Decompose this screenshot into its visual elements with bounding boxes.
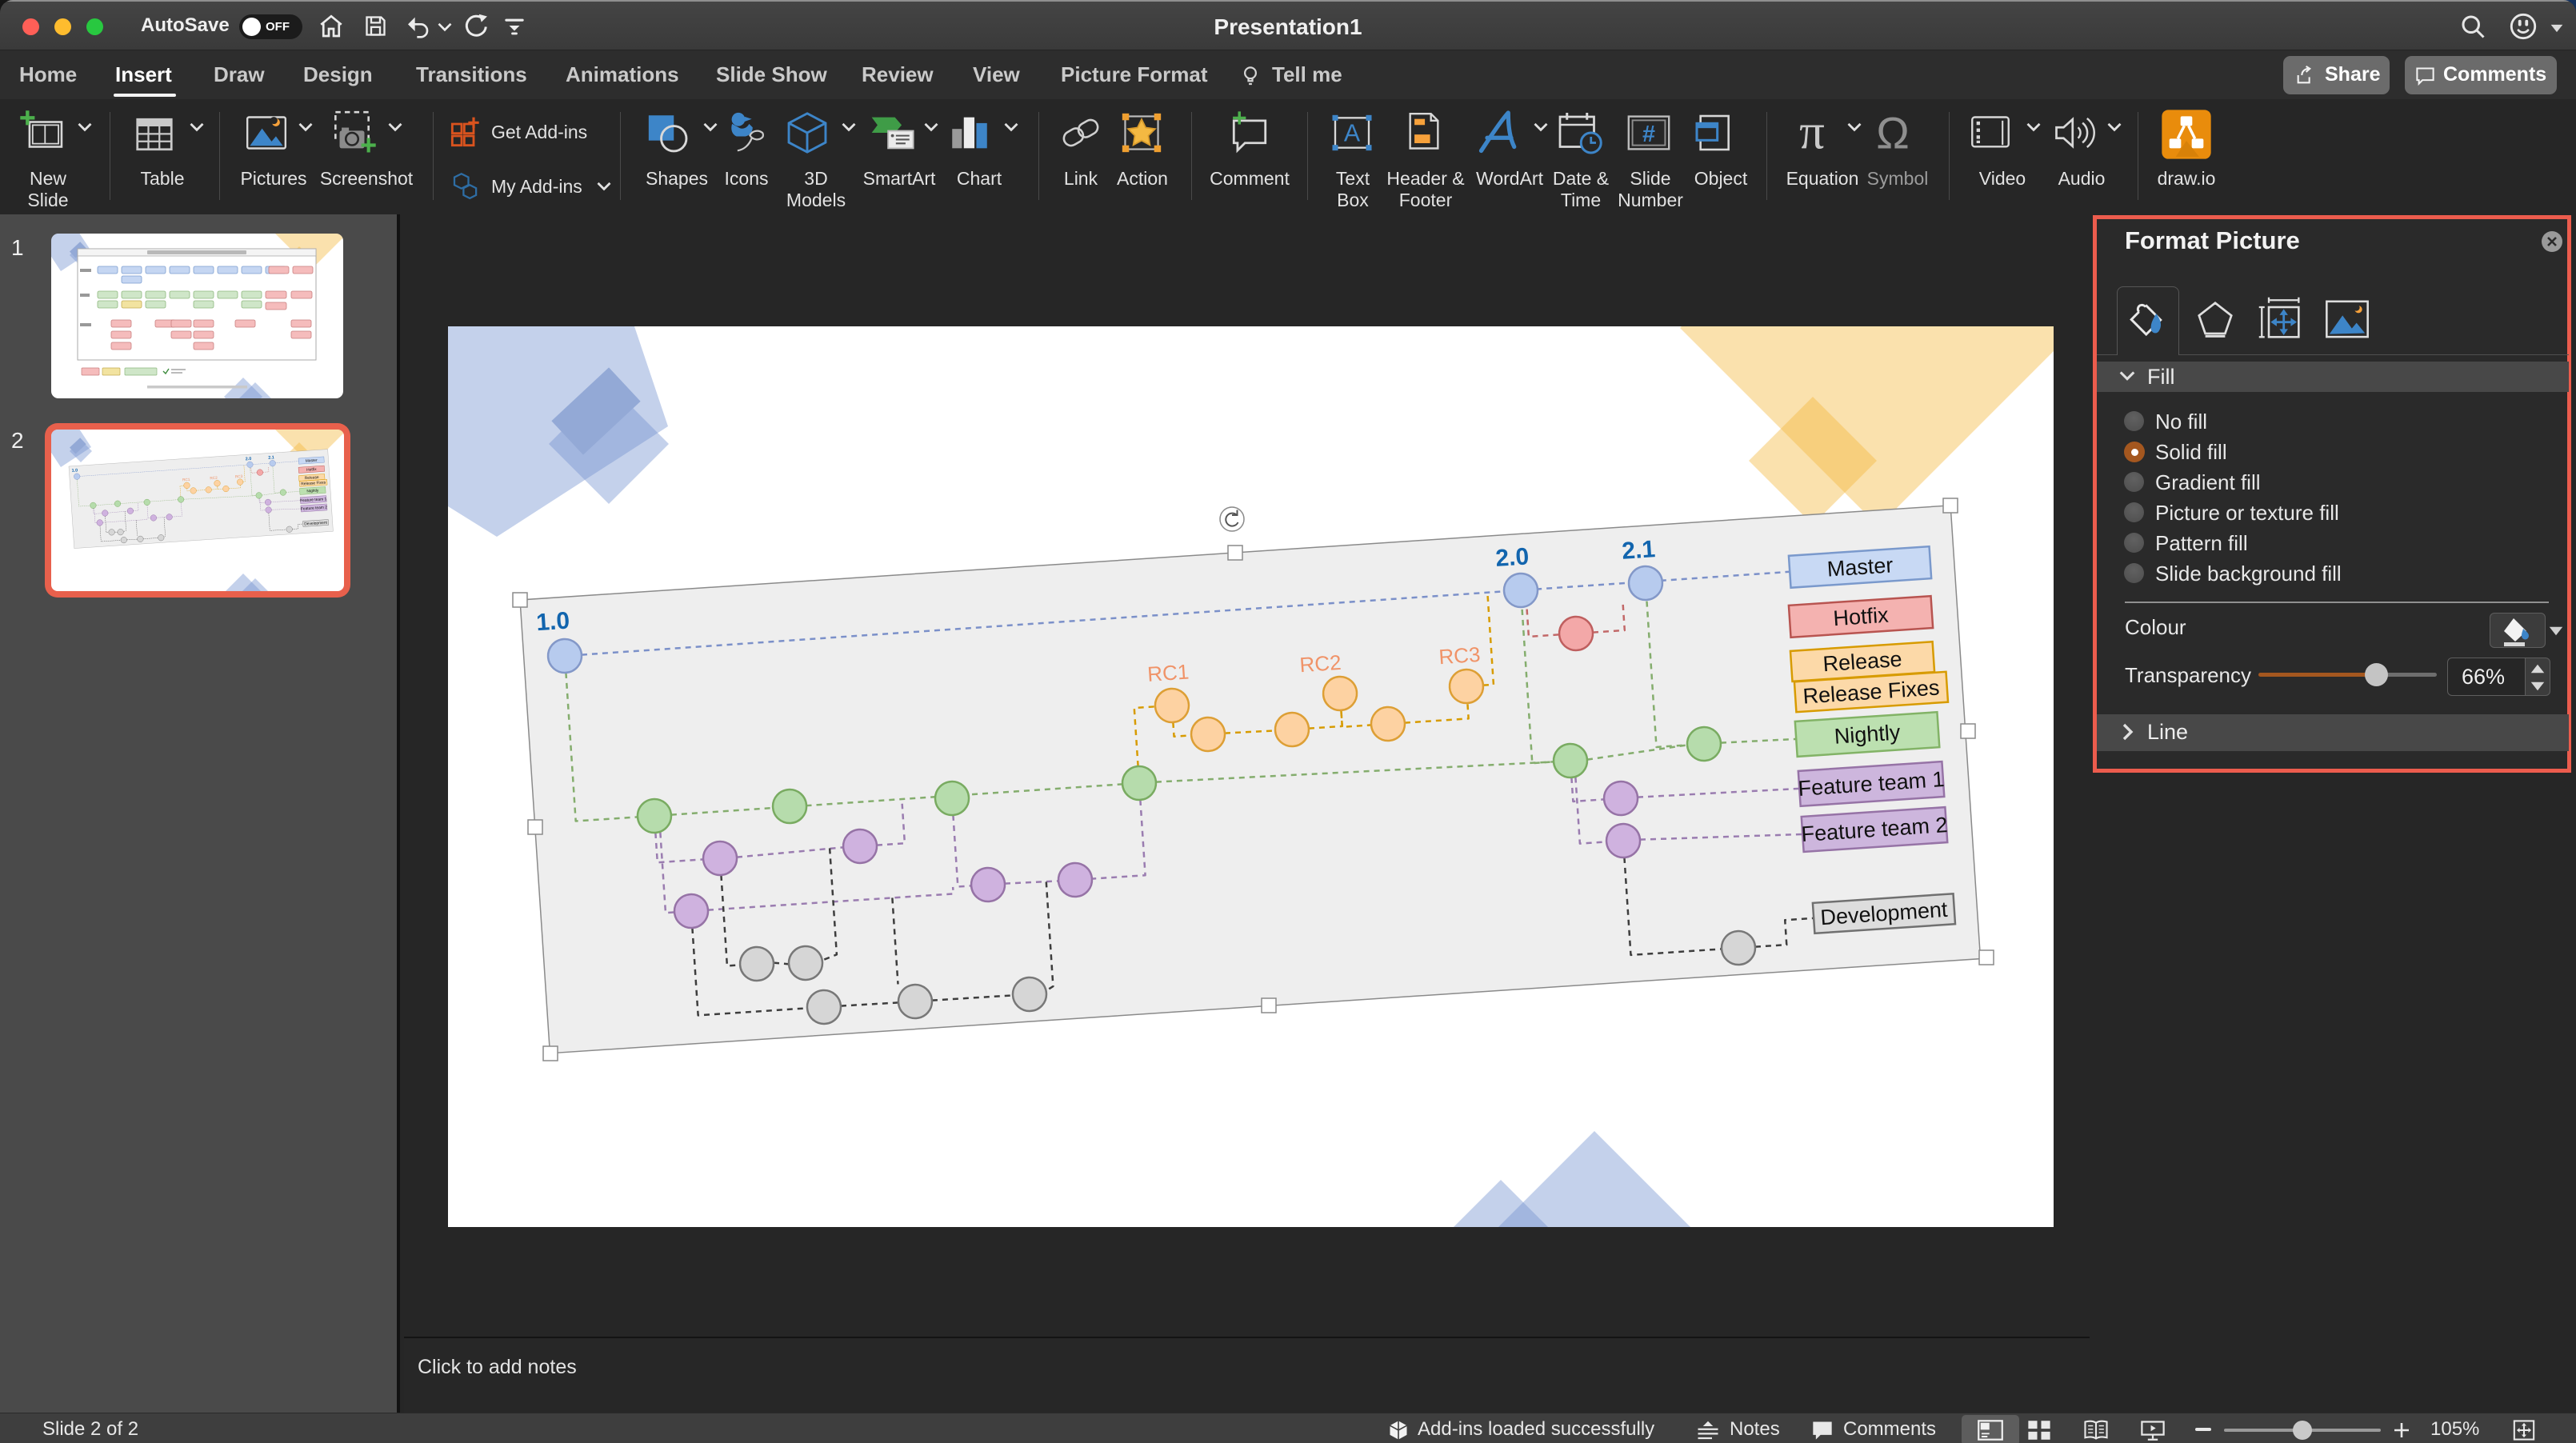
svg-text:π: π (1799, 110, 1825, 156)
svg-text:Hotfix: Hotfix (1833, 603, 1890, 631)
svg-text:#: # (1642, 122, 1655, 147)
svg-text:Nightly: Nightly (1834, 720, 1902, 748)
svg-text:RC1: RC1 (1146, 659, 1190, 686)
svg-text:1.0: 1.0 (535, 608, 570, 637)
svg-text:2.0: 2.0 (1494, 543, 1530, 572)
svg-text:2.0: 2.0 (246, 457, 252, 462)
svg-text:RC1: RC1 (182, 478, 190, 482)
svg-text:2.1: 2.1 (268, 455, 274, 460)
svg-text:Master: Master (1826, 553, 1894, 581)
svg-text:RC2: RC2 (1299, 650, 1342, 677)
svg-text:A: A (1344, 121, 1361, 147)
svg-text:1.0: 1.0 (72, 468, 78, 473)
svg-text:2.1: 2.1 (1621, 536, 1656, 565)
svg-text:RC3: RC3 (235, 474, 243, 479)
svg-text:Ω: Ω (1876, 110, 1910, 156)
svg-text:RC2: RC2 (210, 476, 218, 481)
svg-text:RC3: RC3 (1438, 642, 1481, 669)
